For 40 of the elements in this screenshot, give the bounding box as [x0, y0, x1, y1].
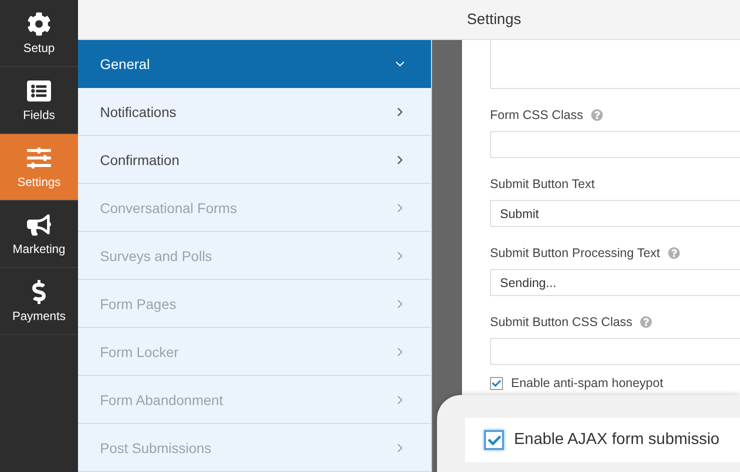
- input-field[interactable]: [490, 131, 740, 158]
- nav-label: Settings: [17, 174, 61, 188]
- input-field[interactable]: Submit: [490, 200, 740, 227]
- help-icon[interactable]: [640, 316, 652, 328]
- checkbox[interactable]: [490, 376, 503, 390]
- megaphone-icon: [27, 212, 51, 236]
- input-field[interactable]: [490, 338, 740, 365]
- settings-section-item[interactable]: General: [78, 40, 431, 88]
- help-icon[interactable]: [591, 109, 604, 121]
- checkbox-label: Enable AJAX form submissio: [514, 431, 720, 449]
- page-title: Settings: [466, 11, 522, 28]
- nav-label: Fields: [22, 108, 55, 122]
- check-icon: [492, 378, 501, 388]
- section-label: Form Locker: [100, 344, 179, 360]
- nav-label: Marketing: [12, 242, 66, 256]
- field-label: Submit Button Processing Text: [490, 246, 660, 260]
- checkbox[interactable]: [484, 430, 504, 450]
- section-label: Confirmation: [100, 152, 180, 168]
- section-label: Notifications: [100, 104, 176, 120]
- section-label: Surveys and Polls: [100, 248, 212, 264]
- gear-icon: [27, 12, 51, 36]
- checkbox-label: Enable anti-spam honeypot: [511, 376, 664, 390]
- textarea-field[interactable]: [490, 40, 740, 89]
- section-label: Form Abandonment: [100, 392, 223, 408]
- check-icon: [488, 434, 500, 446]
- section-label: Post Submissions: [100, 440, 212, 456]
- nav-label: Setup: [23, 40, 55, 54]
- field-label: Form CSS Class: [490, 108, 584, 122]
- section-label: Form Pages: [100, 296, 176, 312]
- list-icon: [27, 78, 51, 102]
- sliders-icon: [27, 146, 51, 170]
- help-icon[interactable]: [668, 247, 680, 259]
- nav-label: Payments: [12, 308, 66, 322]
- settings-section-item[interactable]: Notifications: [78, 88, 431, 136]
- field-label: Submit Button CSS Class: [490, 315, 632, 329]
- settings-section-item[interactable]: Confirmation: [78, 136, 431, 184]
- field-label: Submit Button Text: [490, 177, 595, 191]
- section-label: General: [100, 56, 150, 72]
- input-field[interactable]: Sending...: [490, 269, 740, 296]
- section-label: Conversational Forms: [100, 200, 237, 216]
